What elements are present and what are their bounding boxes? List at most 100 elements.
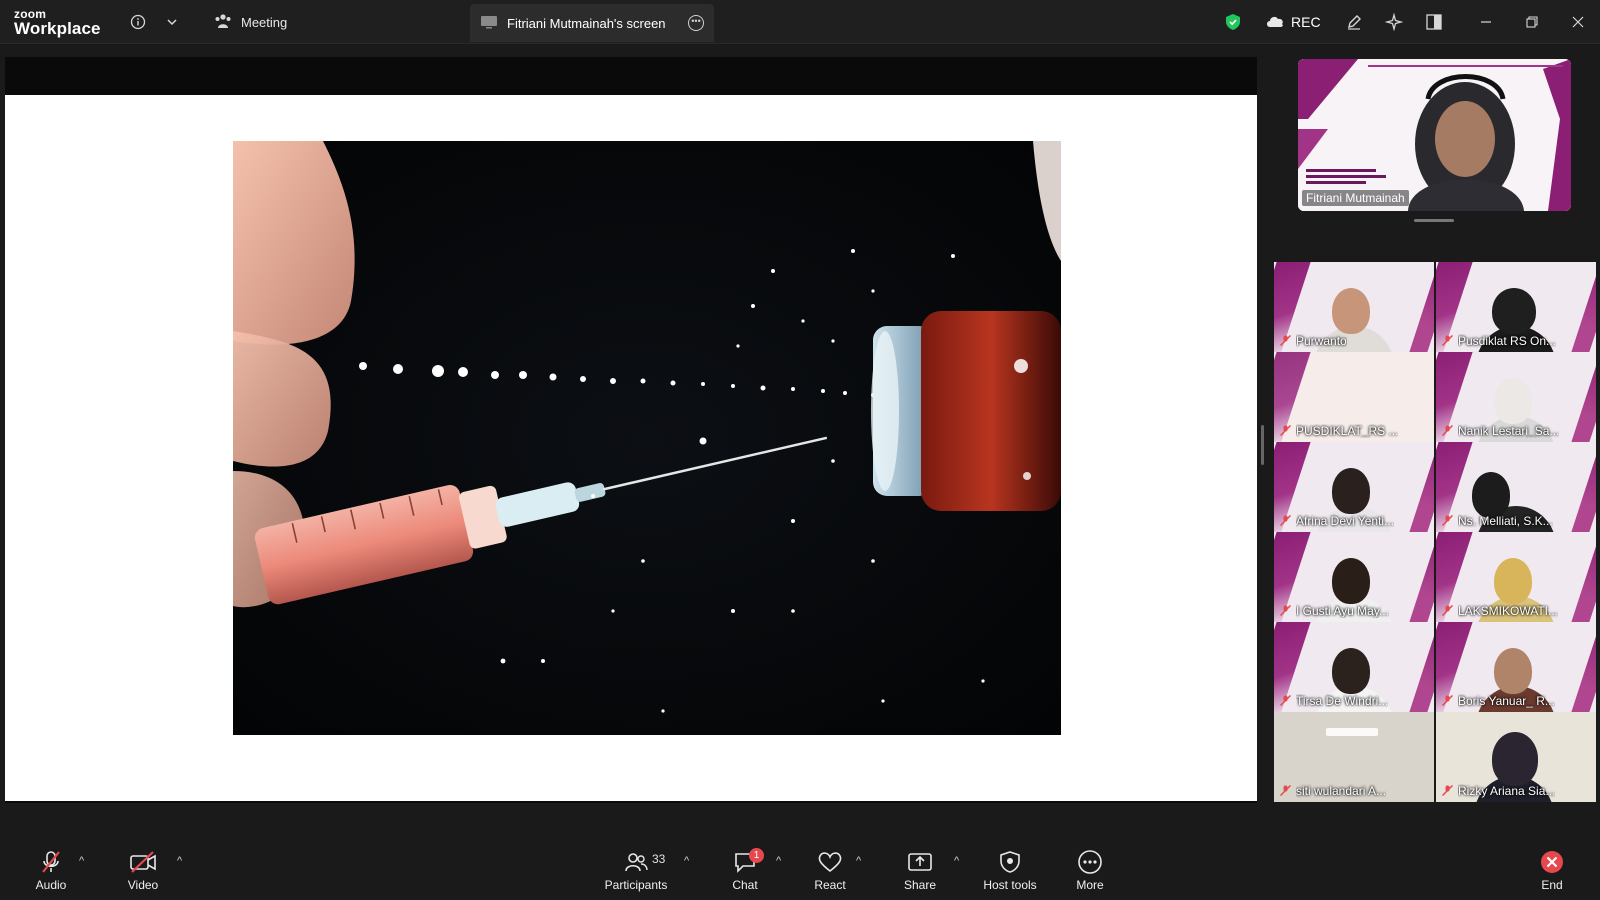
- participants-options-caret[interactable]: ^: [684, 855, 689, 867]
- meeting-tab-label: Meeting: [241, 14, 288, 30]
- meeting-icon: [214, 13, 232, 32]
- participant-name: siti wulandari A...: [1296, 784, 1387, 798]
- end-button[interactable]: End: [1517, 849, 1587, 892]
- muted-mic-icon: [1280, 695, 1291, 706]
- heart-icon: [795, 849, 865, 875]
- video-options-caret[interactable]: ^: [177, 855, 182, 867]
- participant-name: Rizky Ariana Sia...: [1458, 784, 1556, 798]
- muted-mic-icon: [1280, 335, 1291, 346]
- participant-name: Ns. Melliati, S.K...: [1458, 514, 1553, 528]
- speaker-name: Fitriani Mutmainah: [1302, 190, 1409, 206]
- muted-mic-icon: [1442, 785, 1453, 796]
- host-tools-button[interactable]: Host tools: [973, 849, 1047, 892]
- end-call-icon: [1517, 849, 1587, 875]
- panel-resize-handle[interactable]: [1261, 425, 1264, 465]
- chat-unread-badge: 1: [749, 848, 764, 863]
- cloud-icon: [1265, 14, 1285, 31]
- zoom-logo: zoom Workplace: [14, 8, 101, 37]
- chat-icon: [710, 849, 780, 875]
- muted-mic-icon: [1442, 695, 1453, 706]
- shared-screen-view[interactable]: [5, 57, 1257, 803]
- participant-tile[interactable]: Tirsa De Windri...: [1274, 622, 1434, 712]
- participant-gallery: Purwanto Pusdiklat RS On... PUSDIKLAT_RS…: [1274, 262, 1596, 802]
- more-icon[interactable]: •••: [688, 15, 704, 31]
- participant-name: Nanik Lestari_Sa...: [1458, 424, 1560, 438]
- chevron-down-icon[interactable]: [160, 10, 184, 34]
- video-off-icon: [108, 849, 178, 875]
- presentation-slide: [5, 95, 1257, 801]
- participant-tile[interactable]: LAKSMIKOWATI...: [1436, 532, 1596, 622]
- active-speaker-video[interactable]: Fitriani Mutmainah: [1298, 59, 1571, 211]
- muted-mic-icon: [1442, 605, 1453, 616]
- muted-mic-icon: [1280, 425, 1291, 436]
- share-label: Share: [903, 878, 937, 892]
- muted-mic-icon: [1280, 515, 1291, 526]
- participant-name: I Gusti Ayu May...: [1296, 604, 1389, 618]
- participants-label: Participants: [604, 878, 668, 892]
- participant-name: Tirsa De Windri...: [1296, 694, 1389, 708]
- close-icon[interactable]: [1566, 10, 1590, 34]
- host-shield-icon: [973, 849, 1047, 875]
- participant-name: Boris Yanuar_ R...: [1458, 694, 1555, 708]
- video-button[interactable]: Video: [108, 849, 178, 892]
- muted-mic-icon: [1442, 335, 1453, 346]
- share-options-caret[interactable]: ^: [954, 855, 959, 867]
- end-label: End: [1541, 878, 1563, 892]
- shield-icon[interactable]: [1221, 10, 1245, 34]
- minimize-icon[interactable]: [1474, 10, 1498, 34]
- muted-mic-icon: [16, 849, 86, 875]
- participant-tile[interactable]: Boris Yanuar_ R...: [1436, 622, 1596, 712]
- participant-tile[interactable]: siti wulandari A...: [1274, 712, 1434, 802]
- layout-icon[interactable]: [1422, 10, 1446, 34]
- audio-label: Audio: [35, 878, 67, 892]
- info-icon[interactable]: [126, 10, 150, 34]
- muted-mic-icon: [1442, 515, 1453, 526]
- react-options-caret[interactable]: ^: [856, 855, 861, 867]
- participant-name: PUSDIKLAT_RS ...: [1296, 424, 1399, 438]
- logo-bottom-text: Workplace: [14, 19, 101, 38]
- chat-button[interactable]: Chat: [710, 849, 780, 892]
- participant-name: Purwanto: [1296, 334, 1347, 348]
- share-button[interactable]: Share: [885, 849, 955, 892]
- restore-icon[interactable]: [1520, 10, 1544, 34]
- participants-count: 33: [652, 852, 666, 866]
- participant-tile[interactable]: Purwanto: [1274, 262, 1434, 352]
- participant-tile[interactable]: Pusdiklat RS On...: [1436, 262, 1596, 352]
- participant-name: Afrina Devi Yenti...: [1296, 514, 1395, 528]
- audio-options-caret[interactable]: ^: [79, 855, 84, 867]
- screen-share-icon: [480, 15, 498, 32]
- participant-tile[interactable]: Ns. Melliati, S.K...: [1436, 442, 1596, 532]
- tab-meeting[interactable]: Meeting: [214, 10, 287, 34]
- chat-options-caret[interactable]: ^: [776, 855, 781, 867]
- muted-mic-icon: [1442, 425, 1453, 436]
- tab-shared-screen[interactable]: Fitriani Mutmainah's screen •••: [470, 4, 714, 42]
- meeting-toolbar: Audio ^ Video ^ Participants 33 ^ Chat 1…: [0, 841, 1600, 900]
- title-bar: zoom Workplace Meeting Fitriani Mutmaina…: [0, 0, 1600, 44]
- recording-indicator[interactable]: REC: [1265, 10, 1321, 34]
- pen-icon[interactable]: [1342, 10, 1366, 34]
- video-label: Video: [127, 878, 159, 892]
- react-label: React: [814, 878, 846, 892]
- muted-mic-icon: [1280, 605, 1291, 616]
- participant-name: Pusdiklat RS On...: [1458, 334, 1557, 348]
- more-dots-icon: [1055, 849, 1125, 875]
- participant-name: LAKSMIKOWATI...: [1458, 604, 1559, 618]
- muted-mic-icon: [1280, 785, 1291, 796]
- rec-label: REC: [1291, 14, 1321, 30]
- sparkle-icon[interactable]: [1382, 10, 1406, 34]
- syringe-photo: [233, 141, 1061, 735]
- share-tab-label: Fitriani Mutmainah's screen: [507, 15, 666, 31]
- participant-tile[interactable]: PUSDIKLAT_RS ...: [1274, 352, 1434, 442]
- chat-label: Chat: [732, 878, 758, 892]
- participant-tile[interactable]: Rizky Ariana Sia...: [1436, 712, 1596, 802]
- participant-tile[interactable]: I Gusti Ayu May...: [1274, 532, 1434, 622]
- participant-tile[interactable]: Nanik Lestari_Sa...: [1436, 352, 1596, 442]
- react-button[interactable]: React: [795, 849, 865, 892]
- host-tools-label: Host tools: [983, 878, 1037, 892]
- more-label: More: [1076, 878, 1104, 892]
- more-button[interactable]: More: [1055, 849, 1125, 892]
- share-screen-icon: [885, 849, 955, 875]
- participant-tile[interactable]: Afrina Devi Yenti...: [1274, 442, 1434, 532]
- speaker-scroll-indicator[interactable]: [1414, 219, 1454, 222]
- audio-button[interactable]: Audio: [16, 849, 86, 892]
